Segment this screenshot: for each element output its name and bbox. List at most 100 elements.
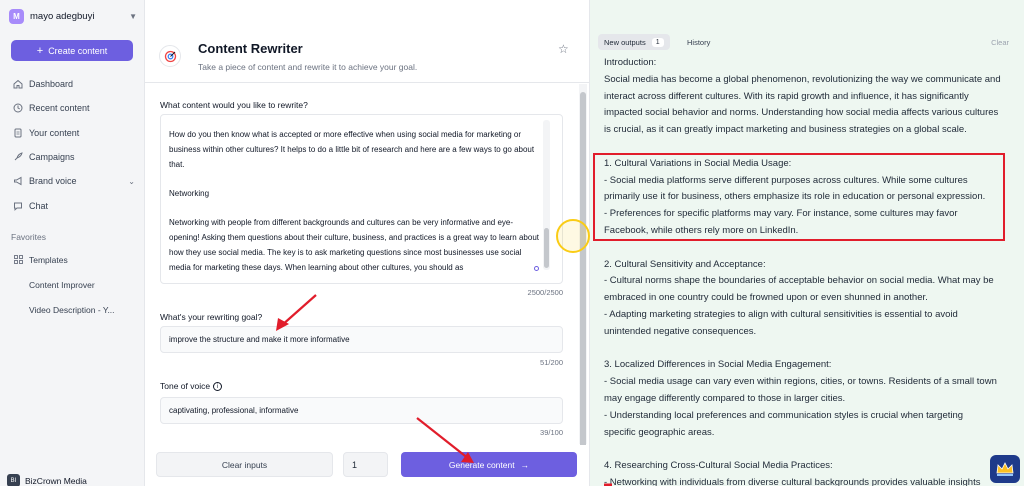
tone-input[interactable]: captivating, professional, informative bbox=[160, 397, 563, 424]
output-line: - Cultural norms shape the boundaries of… bbox=[604, 275, 994, 287]
generate-content-label: Generate content bbox=[448, 459, 515, 470]
action-bar: Clear inputs 1 Generate content → bbox=[145, 445, 589, 486]
favorite-item-content-improver[interactable]: Content Improver bbox=[11, 272, 135, 297]
clock-icon bbox=[11, 103, 25, 113]
output-line: - Networking with individuals from diver… bbox=[604, 476, 981, 486]
goal-label: What's your rewriting goal? bbox=[160, 312, 263, 322]
sidebar: M mayo adegbuyi ▼ + Create content Dashb… bbox=[0, 0, 145, 486]
workspace-name: BizCrown Media bbox=[25, 475, 87, 486]
output-tabs: New outputs 1 History Clear bbox=[590, 31, 1024, 53]
chevron-down-icon: ▼ bbox=[129, 11, 137, 21]
tool-header: Content Rewriter Take a piece of content… bbox=[145, 31, 589, 83]
content-label: What content would you like to rewrite? bbox=[160, 100, 308, 110]
goal-counter: 51/200 bbox=[540, 358, 563, 367]
output-panel: New outputs 1 History Clear Introduction… bbox=[589, 0, 1024, 486]
create-content-label: Create content bbox=[48, 45, 108, 56]
star-icon[interactable]: ☆ bbox=[558, 42, 569, 56]
output-line: specific geographic areas. bbox=[604, 426, 715, 438]
output-line: Introduction: bbox=[604, 57, 657, 68]
generate-content-button[interactable]: Generate content → bbox=[401, 452, 577, 477]
sidebar-item-label: Recent content bbox=[29, 103, 90, 114]
output-line: interact across different cultures. With… bbox=[604, 90, 969, 102]
panel-scroll-thumb[interactable] bbox=[580, 92, 586, 452]
goal-input[interactable]: improve the structure and make it more i… bbox=[160, 326, 563, 353]
sidebar-item-recent-content[interactable]: Recent content bbox=[11, 96, 135, 120]
output-count-input[interactable]: 1 bbox=[343, 452, 388, 477]
avatar: M bbox=[9, 8, 24, 24]
tone-counter: 39/100 bbox=[540, 428, 563, 437]
output-line: 3. Localized Differences in Social Media… bbox=[604, 359, 832, 371]
info-icon[interactable]: i bbox=[213, 382, 223, 392]
favorites-heading: Favorites bbox=[11, 232, 46, 242]
user-menu[interactable]: M mayo adegbuyi ▼ bbox=[9, 7, 137, 25]
document-icon bbox=[11, 128, 25, 138]
sidebar-item-label: Brand voice bbox=[29, 176, 77, 187]
sidebar-item-chat[interactable]: Chat bbox=[11, 193, 135, 217]
chat-icon bbox=[11, 201, 25, 211]
count-badge: 1 bbox=[651, 37, 664, 47]
panel-scrollbar[interactable] bbox=[579, 84, 587, 452]
sidebar-item-campaigns[interactable]: Campaigns bbox=[11, 145, 135, 169]
clear-outputs-button[interactable]: Clear bbox=[991, 38, 1009, 47]
output-line: - Social media usage can vary even withi… bbox=[604, 376, 997, 388]
favorites-list: Templates Content Improver Video Descrip… bbox=[11, 247, 135, 322]
output-line: - Adapting marketing strategies to align… bbox=[604, 308, 958, 320]
cursor-highlight bbox=[556, 219, 590, 253]
plus-icon: + bbox=[36, 44, 44, 57]
output-line: embraced in one country could be frowned… bbox=[604, 292, 928, 304]
tab-label: New outputs bbox=[604, 37, 646, 47]
grid-icon bbox=[11, 255, 25, 264]
grammar-indicator-icon[interactable] bbox=[534, 266, 539, 271]
sidebar-item-dashboard[interactable]: Dashboard bbox=[11, 72, 135, 96]
output-line bbox=[604, 341, 1012, 358]
content-paragraph: How do you then know what is accepted or… bbox=[169, 130, 535, 169]
tone-label-row: Tone of voice i bbox=[160, 381, 223, 392]
sidebar-item-label: Your content bbox=[29, 127, 80, 138]
favorite-item-video-description[interactable]: Video Description - Y... bbox=[11, 297, 135, 322]
textarea-scroll-thumb[interactable] bbox=[544, 228, 549, 268]
tone-value: captivating, professional, informative bbox=[169, 406, 299, 415]
chevron-down-icon[interactable]: ⌄ bbox=[128, 177, 135, 186]
sidebar-item-label: Chat bbox=[29, 200, 49, 211]
workspace-switcher[interactable]: BI BizCrown Media bbox=[7, 474, 87, 486]
sidebar-item-brand-voice[interactable]: Brand voice ⌄ bbox=[11, 169, 135, 193]
clear-inputs-button[interactable]: Clear inputs bbox=[156, 452, 333, 477]
tab-history[interactable]: History bbox=[687, 38, 710, 47]
tool-title: Content Rewriter bbox=[198, 41, 303, 56]
sidebar-item-label: Campaigns bbox=[29, 152, 75, 163]
output-line: unintended negative consequences. bbox=[604, 325, 757, 337]
content-textarea[interactable]: How do you then know what is accepted or… bbox=[160, 114, 563, 284]
output-line bbox=[604, 240, 1012, 257]
sidebar-item-label: Dashboard bbox=[29, 79, 74, 90]
output-line: impacted social behavior and norms. Unde… bbox=[604, 107, 999, 119]
home-icon bbox=[11, 79, 25, 89]
sidebar-item-your-content[interactable]: Your content bbox=[11, 121, 135, 145]
goal-value: improve the structure and make it more i… bbox=[169, 335, 350, 344]
favorite-item-templates[interactable]: Templates bbox=[11, 247, 135, 272]
workspace-logo: BI bbox=[7, 474, 20, 486]
arrow-right-icon: → bbox=[520, 459, 530, 470]
output-line: 2. Cultural Sensitivity and Acceptance: bbox=[604, 258, 766, 270]
favorite-item-label: Templates bbox=[29, 254, 68, 265]
create-content-button[interactable]: + Create content bbox=[11, 40, 133, 61]
tab-new-outputs[interactable]: New outputs 1 bbox=[598, 34, 670, 50]
annotation-highlight-box bbox=[593, 153, 1005, 241]
megaphone-icon bbox=[11, 176, 25, 186]
content-paragraph: Networking with people from different ba… bbox=[169, 218, 539, 272]
tool-panel: Content Rewriter Take a piece of content… bbox=[145, 0, 589, 486]
favorite-item-label: Video Description - Y... bbox=[29, 304, 115, 315]
tool-subtitle: Take a piece of content and rewrite it t… bbox=[198, 62, 418, 72]
output-line: 4. Researching Cross-Cultural Social Med… bbox=[604, 460, 833, 472]
tone-label: Tone of voice bbox=[160, 381, 211, 391]
rocket-icon bbox=[11, 152, 25, 162]
crown-logo-icon bbox=[990, 455, 1020, 483]
output-line: - Understanding local preferences and co… bbox=[604, 409, 964, 421]
output-line: may engage differently compared to those… bbox=[604, 392, 846, 404]
content-counter: 2500/2500 bbox=[527, 288, 563, 297]
output-line: is crucial, as it can greatly impact mar… bbox=[604, 124, 967, 136]
favorite-item-label: Content Improver bbox=[29, 279, 95, 290]
target-icon bbox=[159, 45, 181, 67]
sidebar-nav: Dashboard Recent content Your content Ca… bbox=[11, 72, 135, 218]
output-text: Introduction: Social media has become a g… bbox=[604, 55, 1012, 486]
content-paragraph: Networking bbox=[169, 189, 210, 198]
